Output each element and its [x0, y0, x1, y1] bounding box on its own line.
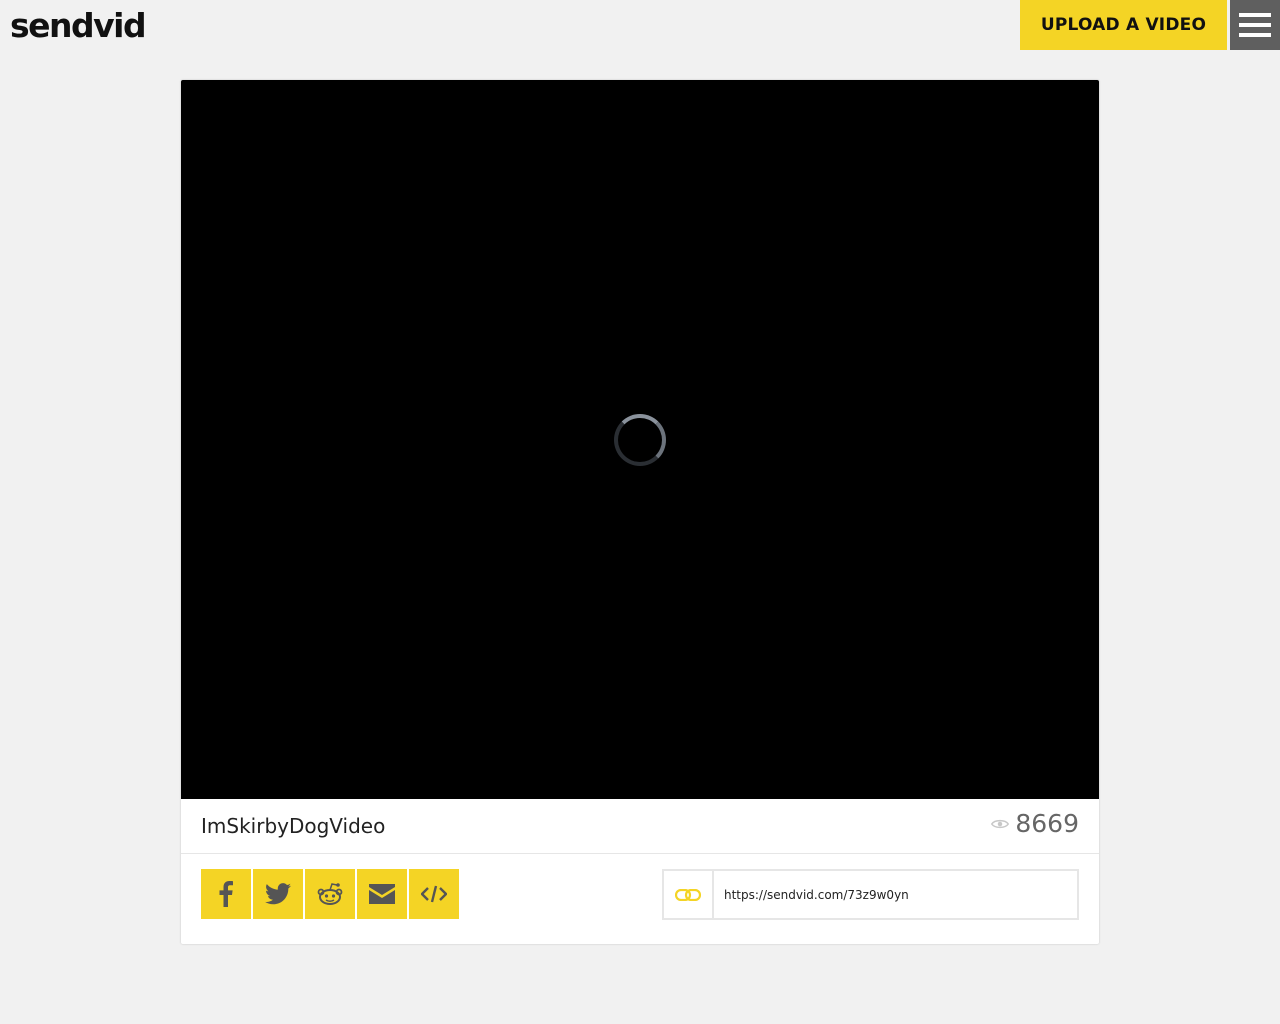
- code-icon: [421, 885, 447, 903]
- upload-video-button[interactable]: UPLOAD A VIDEO: [1020, 0, 1227, 50]
- site-logo[interactable]: sendvid: [10, 4, 147, 48]
- mail-icon: [369, 884, 395, 904]
- hamburger-icon: [1239, 13, 1271, 17]
- video-title: ImSkirbyDogVideo: [201, 814, 386, 838]
- share-link-input[interactable]: [714, 871, 1077, 918]
- view-counter: 8669: [991, 809, 1079, 838]
- menu-button[interactable]: [1230, 0, 1280, 50]
- share-reddit-button[interactable]: [305, 869, 355, 919]
- eye-icon: [991, 819, 1010, 828]
- link-icon-cell: [664, 871, 714, 918]
- share-embed-button[interactable]: [409, 869, 459, 919]
- twitter-icon: [265, 883, 291, 905]
- share-facebook-button[interactable]: [201, 869, 251, 919]
- hamburger-icon-bar: [1239, 33, 1271, 37]
- video-info-row: ImSkirbyDogVideo 8669: [181, 799, 1099, 854]
- view-count: 8669: [1015, 809, 1079, 838]
- share-twitter-button[interactable]: [253, 869, 303, 919]
- reddit-icon: [317, 883, 343, 905]
- share-buttons: [201, 869, 459, 919]
- share-link-box: [662, 869, 1079, 920]
- share-email-button[interactable]: [357, 869, 407, 919]
- hamburger-icon-bar: [1239, 23, 1271, 27]
- upload-video-label: UPLOAD A VIDEO: [1040, 15, 1207, 35]
- share-row: [181, 855, 1099, 944]
- chain-link-icon: [675, 888, 701, 901]
- facebook-icon: [219, 881, 233, 907]
- loading-spinner-icon: [614, 414, 666, 466]
- video-card: ImSkirbyDogVideo 8669: [181, 80, 1099, 944]
- video-player[interactable]: [181, 80, 1099, 799]
